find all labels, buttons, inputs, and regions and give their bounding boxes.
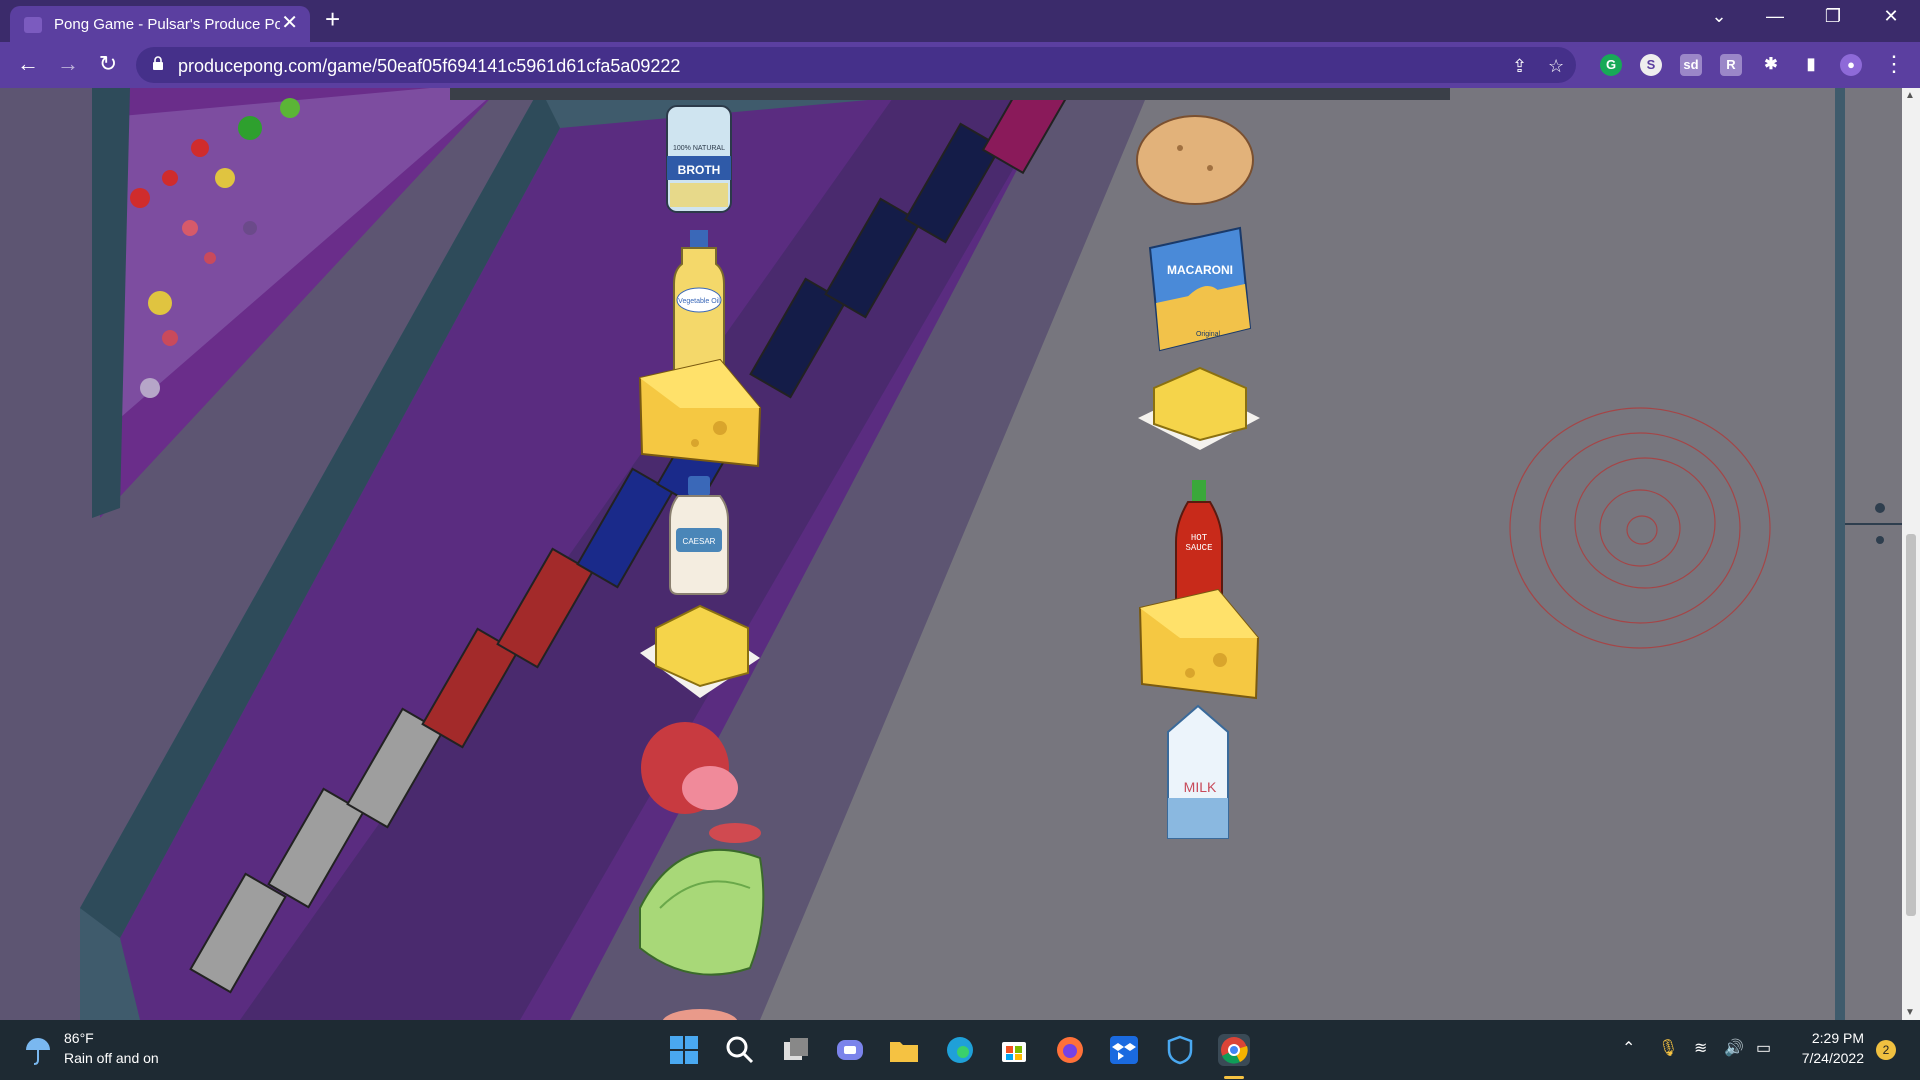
chrome-menu-icon[interactable]: ⋮ — [1880, 51, 1908, 77]
macaroni-label: MACARONI — [1167, 263, 1233, 277]
tab-strip: Pong Game - Pulsar's Produce Pong ✕ + ⌄ … — [0, 0, 1920, 42]
extensions-puzzle-icon[interactable]: ✱ — [1760, 54, 1782, 76]
microphone-icon[interactable]: 🎙 — [1658, 1038, 1678, 1058]
close-window-button[interactable]: ✕ — [1876, 6, 1906, 27]
page-scrollbar[interactable]: ▲ ▼ — [1902, 88, 1920, 1020]
macaroni-sub-label: Original — [1196, 331, 1221, 338]
shield-app-icon[interactable] — [1164, 1034, 1196, 1066]
grammarly-extension-icon[interactable]: G — [1600, 54, 1622, 76]
firefox-icon[interactable] — [1054, 1034, 1086, 1066]
r-extension-icon[interactable]: R — [1720, 54, 1742, 76]
profile-avatar[interactable]: ● — [1840, 54, 1862, 76]
volume-icon[interactable]: 🔊 — [1724, 1038, 1744, 1058]
vegetable-oil-item: Vegetable Oil — [673, 230, 725, 377]
bookmark-star-icon[interactable]: ☆ — [1548, 56, 1564, 77]
broth-label: BROTH — [678, 163, 721, 177]
game-scene: 100% NATURAL BROTH Vegetable Oil CAESAR … — [0, 88, 1920, 1020]
milk-label: MILK — [1184, 779, 1217, 795]
broth-can-item: 100% NATURAL BROTH — [666, 105, 732, 213]
clock-date[interactable]: 7/24/2022 — [1802, 1050, 1864, 1066]
show-hidden-icons-chevron-icon[interactable]: ⌃ — [1622, 1038, 1635, 1058]
side-panel-icon[interactable]: ▮ — [1800, 54, 1822, 76]
wifi-icon[interactable]: ≋ — [1694, 1038, 1707, 1058]
battery-icon[interactable]: ▭ — [1756, 1038, 1771, 1058]
edge-browser-icon[interactable] — [944, 1034, 976, 1066]
tab-search-chevron-icon[interactable]: ⌄ — [1704, 6, 1734, 27]
tab-pong-game[interactable]: Pong Game - Pulsar's Produce Pong ✕ — [10, 6, 310, 42]
macaroni-box-item: MACARONI Original — [1148, 226, 1252, 352]
teams-chat-icon[interactable] — [834, 1034, 866, 1066]
umbrella-icon — [26, 1038, 50, 1065]
oil-label: Vegetable Oil — [678, 298, 720, 305]
broth-top-label: 100% NATURAL — [673, 145, 725, 152]
address-bar[interactable]: producepong.com/game/50eaf05f694141c5961… — [136, 47, 1576, 83]
new-tab-button[interactable]: + — [325, 4, 340, 35]
minimize-button[interactable]: — — [1760, 6, 1790, 27]
scrollbar-thumb[interactable] — [1906, 534, 1916, 916]
chrome-icon[interactable] — [1218, 1034, 1250, 1066]
file-explorer-icon[interactable] — [888, 1034, 920, 1066]
sd-extension-icon[interactable]: sd — [1680, 54, 1702, 76]
weather-temp: 86°F — [64, 1030, 94, 1046]
chrome-active-indicator — [1224, 1076, 1244, 1079]
reload-button[interactable]: ↻ — [94, 51, 122, 77]
task-view-icon[interactable] — [780, 1034, 812, 1066]
pong-ball — [1875, 503, 1885, 513]
tab-title: Pong Game - Pulsar's Produce Pong — [54, 16, 280, 33]
weather-description: Rain off and on — [64, 1050, 159, 1066]
microsoft-store-icon[interactable] — [998, 1034, 1030, 1066]
milk-carton-item: MILK — [1167, 704, 1229, 839]
potato-item — [1136, 115, 1254, 205]
scroll-up-icon[interactable]: ▲ — [1905, 90, 1915, 101]
clock-time[interactable]: 2:29 PM — [1812, 1030, 1864, 1046]
tab-close-icon[interactable]: ✕ — [281, 12, 298, 34]
restore-button[interactable]: ❐ — [1818, 6, 1848, 27]
browser-toolbar: ← → ↻ producepong.com/game/50eaf05f69414… — [0, 42, 1920, 88]
dropbox-icon[interactable] — [1108, 1034, 1140, 1066]
windows-taskbar: 86°F Rain off and on ⌃ 🎙 ≋ 🔊 ▭ 2:29 PM 7… — [0, 1020, 1920, 1080]
game-top-bar — [450, 88, 1450, 100]
forward-button[interactable]: → — [54, 51, 82, 77]
scroll-down-icon[interactable]: ▼ — [1905, 1007, 1915, 1018]
back-button[interactable]: ← — [14, 51, 42, 77]
lock-icon — [153, 56, 163, 70]
windows-start-icon[interactable] — [668, 1034, 700, 1066]
game-canvas[interactable]: 100% NATURAL BROTH Vegetable Oil CAESAR … — [0, 88, 1920, 1020]
hot-sauce-label-1: HOT — [1191, 533, 1208, 543]
search-icon[interactable] — [724, 1034, 756, 1066]
notification-badge[interactable]: 2 — [1876, 1040, 1896, 1060]
s-extension-icon[interactable]: S — [1640, 54, 1662, 76]
site-favicon-icon — [24, 17, 42, 33]
url-text: producepong.com/game/50eaf05f694141c5961… — [178, 56, 681, 76]
share-icon[interactable]: ⇪ — [1512, 56, 1527, 77]
hot-sauce-label-2: SAUCE — [1185, 543, 1212, 553]
caesar-label: CAESAR — [683, 537, 716, 546]
